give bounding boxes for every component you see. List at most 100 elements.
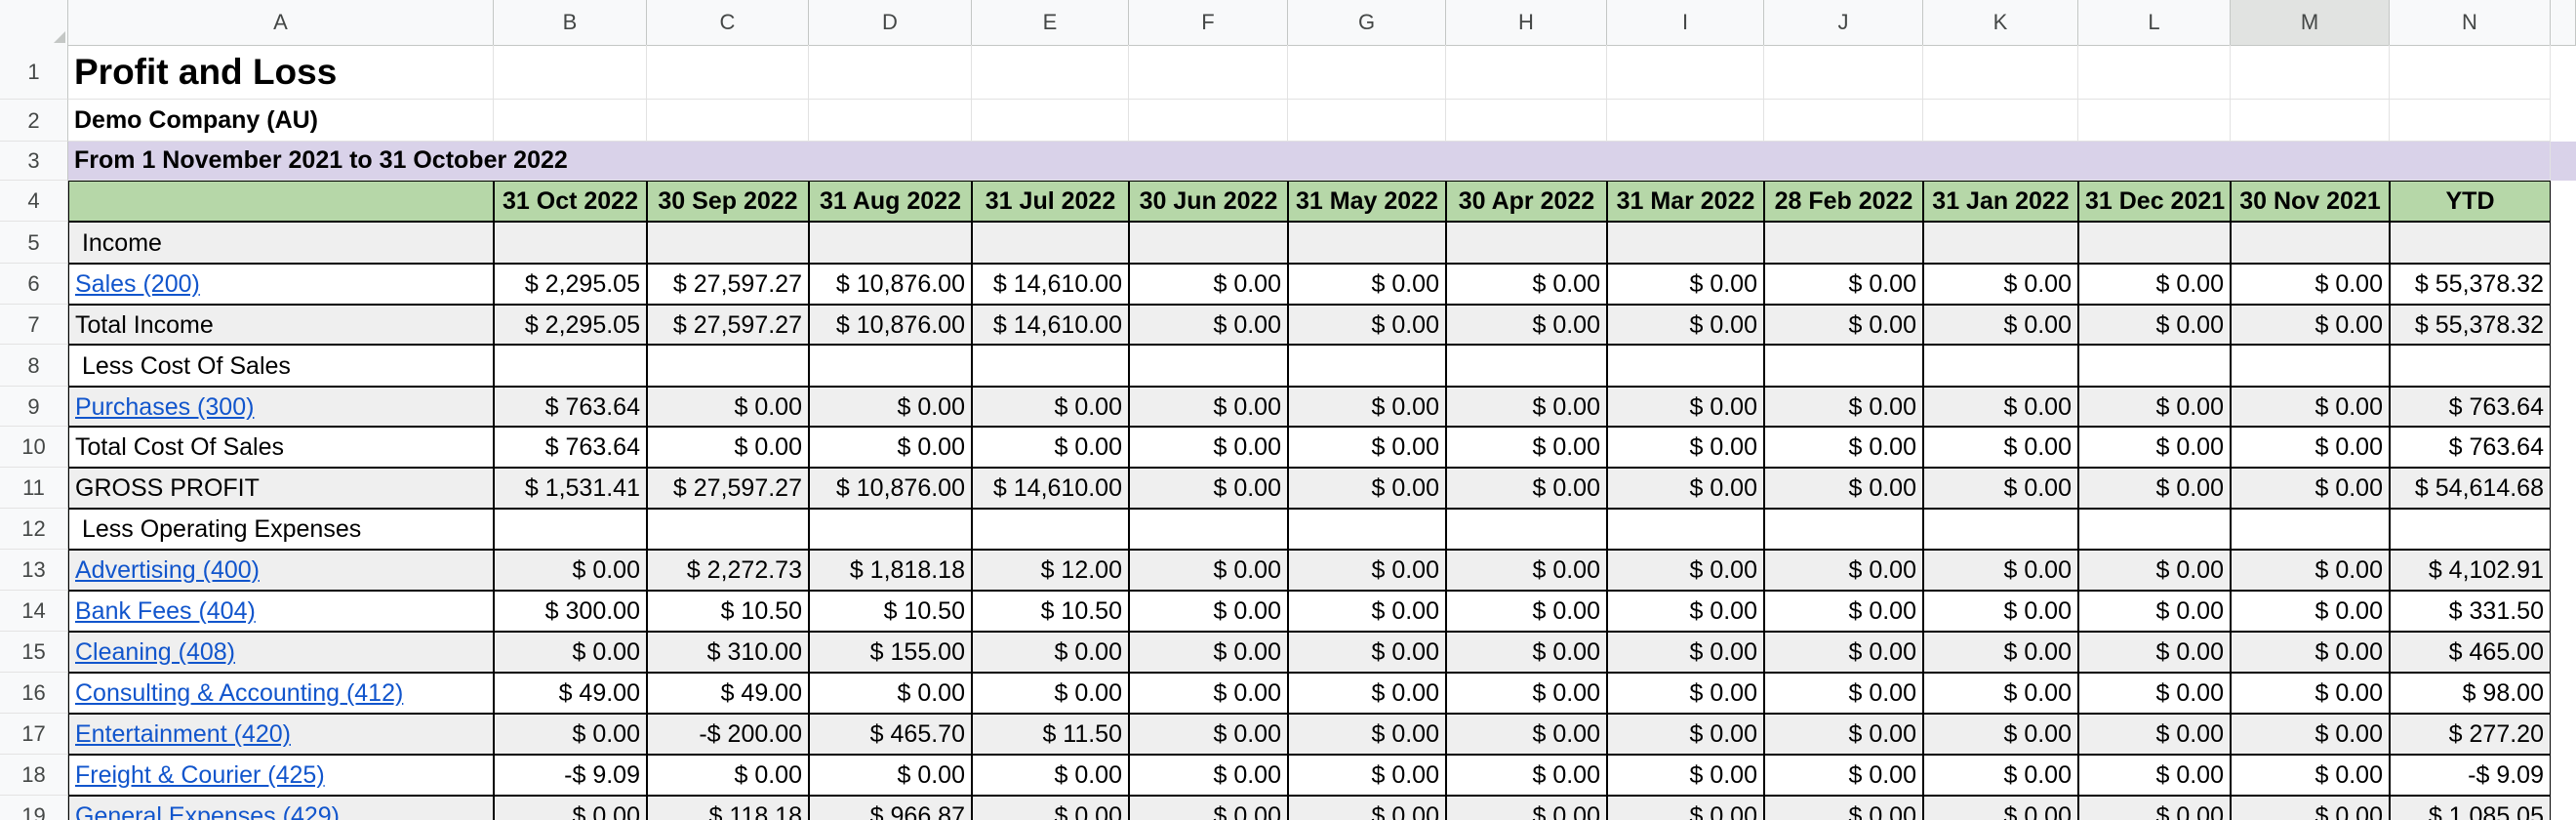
row-header-5[interactable]: 5 (0, 222, 68, 264)
grid-cell[interactable] (2231, 45, 2390, 100)
empty-cell[interactable] (972, 509, 1129, 550)
row-header-8[interactable]: 8 (0, 345, 68, 387)
header-period-1[interactable]: 31 Oct 2022 (494, 181, 647, 222)
value-cell[interactable]: $ 0.00 (1923, 550, 2078, 591)
header-blank[interactable] (68, 181, 494, 222)
value-cell[interactable]: $ 49.00 (647, 673, 809, 714)
value-cell[interactable]: $ 0.00 (1129, 796, 1288, 820)
value-cell[interactable]: $ 2,295.05 (494, 264, 647, 305)
row-header-1[interactable]: 1 (0, 45, 68, 100)
value-cell[interactable]: $ 0.00 (2078, 673, 2231, 714)
value-cell[interactable]: $ 0.00 (1446, 264, 1607, 305)
row-header-2[interactable]: 2 (0, 100, 68, 142)
value-cell[interactable]: $ 0.00 (1288, 264, 1446, 305)
empty-cell[interactable] (2231, 345, 2390, 387)
value-cell[interactable]: $ 0.00 (1446, 714, 1607, 755)
column-header-j[interactable]: J (1764, 0, 1923, 45)
value-cell[interactable]: $ 0.00 (1607, 468, 1764, 509)
value-cell[interactable]: $ 0.00 (1446, 632, 1607, 673)
empty-cell[interactable] (2390, 509, 2551, 550)
value-cell[interactable]: $ 118.18 (647, 796, 809, 820)
empty-cell[interactable] (1923, 509, 2078, 550)
row-header-14[interactable]: 14 (0, 591, 68, 632)
value-cell[interactable]: $ 763.64 (494, 387, 647, 427)
grid-cell[interactable] (809, 100, 972, 142)
value-cell[interactable]: $ 0.00 (2231, 755, 2390, 796)
header-period-8[interactable]: 31 Mar 2022 (1607, 181, 1764, 222)
value-cell[interactable]: $ 0.00 (1607, 714, 1764, 755)
value-cell[interactable]: $ 0.00 (494, 714, 647, 755)
value-cell[interactable]: $ 0.00 (1129, 755, 1288, 796)
grid-cell[interactable] (1288, 45, 1446, 100)
value-cell[interactable]: $ 0.00 (1607, 305, 1764, 345)
column-header-o[interactable] (2551, 0, 2576, 45)
account-link[interactable]: Purchases (300) (68, 387, 494, 427)
column-header-l[interactable]: L (2078, 0, 2231, 45)
value-cell[interactable]: $ 0.00 (1923, 591, 2078, 632)
value-cell[interactable]: $ 0.00 (1129, 714, 1288, 755)
header-period-9[interactable]: 28 Feb 2022 (1764, 181, 1923, 222)
grid-cell[interactable] (1923, 45, 2078, 100)
empty-cell[interactable] (2390, 222, 2551, 264)
value-cell[interactable]: $ 155.00 (809, 632, 972, 673)
value-cell[interactable]: $ 0.00 (1764, 387, 1923, 427)
grid-cell[interactable] (972, 100, 1129, 142)
value-cell[interactable]: $ 0.00 (1607, 427, 1764, 468)
column-header-i[interactable]: I (1607, 0, 1764, 45)
value-cell[interactable]: $ 0.00 (1764, 796, 1923, 820)
row-header-6[interactable]: 6 (0, 264, 68, 305)
empty-cell[interactable] (2078, 222, 2231, 264)
value-cell[interactable]: $ 0.00 (1607, 550, 1764, 591)
empty-cell[interactable] (2078, 345, 2231, 387)
value-cell[interactable]: $ 0.00 (2078, 264, 2231, 305)
value-cell[interactable]: -$ 9.09 (2390, 755, 2551, 796)
grid-cell[interactable] (2078, 100, 2231, 142)
grid-cell[interactable] (972, 45, 1129, 100)
value-cell[interactable]: $ 0.00 (1607, 264, 1764, 305)
value-cell[interactable]: $ 0.00 (2231, 714, 2390, 755)
value-cell[interactable]: $ 0.00 (2078, 632, 2231, 673)
value-cell[interactable]: $ 0.00 (1923, 673, 2078, 714)
value-cell[interactable]: $ 14,610.00 (972, 264, 1129, 305)
value-cell[interactable]: $ 27,597.27 (647, 468, 809, 509)
value-cell[interactable]: $ 0.00 (1446, 755, 1607, 796)
grid-cell[interactable] (2231, 100, 2390, 142)
value-cell[interactable]: $ 0.00 (1764, 550, 1923, 591)
header-period-4[interactable]: 31 Jul 2022 (972, 181, 1129, 222)
empty-cell[interactable] (1764, 509, 1923, 550)
value-cell[interactable]: $ 0.00 (1129, 632, 1288, 673)
spreadsheet-grid[interactable]: ABCDEFGHIJKLMN Profit and Loss Demo Compa… (0, 0, 2576, 820)
value-cell[interactable]: $ 0.00 (647, 755, 809, 796)
value-cell[interactable]: $ 0.00 (1288, 305, 1446, 345)
section-label[interactable]: Less Operating Expenses (68, 509, 494, 550)
grid-cell[interactable] (494, 100, 647, 142)
value-cell[interactable]: $ 0.00 (1446, 673, 1607, 714)
value-cell[interactable]: $ 0.00 (1923, 427, 2078, 468)
value-cell[interactable]: -$ 200.00 (647, 714, 809, 755)
empty-cell[interactable] (647, 222, 809, 264)
value-cell[interactable]: $ 763.64 (2390, 387, 2551, 427)
value-cell[interactable]: $ 55,378.32 (2390, 305, 2551, 345)
value-cell[interactable]: $ 331.50 (2390, 591, 2551, 632)
value-cell[interactable]: $ 465.70 (809, 714, 972, 755)
empty-cell[interactable] (972, 222, 1129, 264)
value-cell[interactable]: $ 10,876.00 (809, 305, 972, 345)
grid-cell[interactable] (2390, 45, 2551, 100)
empty-cell[interactable] (1288, 345, 1446, 387)
value-cell[interactable]: $ 12.00 (972, 550, 1129, 591)
value-cell[interactable]: $ 0.00 (2078, 305, 2231, 345)
value-cell[interactable]: $ 0.00 (1288, 387, 1446, 427)
row-header-12[interactable]: 12 (0, 509, 68, 550)
empty-cell[interactable] (809, 222, 972, 264)
value-cell[interactable]: $ 0.00 (2078, 427, 2231, 468)
row-header-18[interactable]: 18 (0, 755, 68, 796)
value-cell[interactable]: $ 0.00 (2078, 714, 2231, 755)
value-cell[interactable]: $ 0.00 (1923, 632, 2078, 673)
empty-cell[interactable] (1446, 509, 1607, 550)
grid-cell[interactable] (1446, 100, 1607, 142)
value-cell[interactable]: $ 1,085.05 (2390, 796, 2551, 820)
value-cell[interactable]: $ 0.00 (1607, 796, 1764, 820)
value-cell[interactable]: $ 0.00 (1607, 755, 1764, 796)
value-cell[interactable]: $ 0.00 (1923, 755, 2078, 796)
value-cell[interactable]: $ 0.00 (809, 755, 972, 796)
